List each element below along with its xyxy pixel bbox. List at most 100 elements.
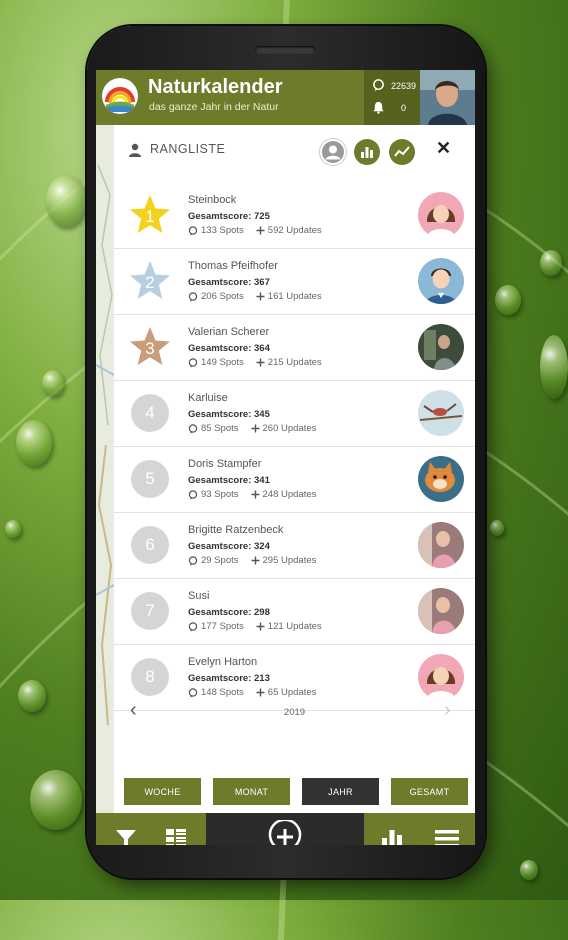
spot-bubble-icon [188, 687, 198, 698]
week-button[interactable]: WOCHE [124, 778, 201, 805]
user-name[interactable]: Susi [188, 590, 209, 602]
rank-star-badge: 2 [128, 259, 172, 303]
spot-bubble-icon [188, 225, 198, 236]
filter-icon [116, 830, 136, 845]
month-button[interactable]: MONAT [213, 778, 290, 805]
ranking-row[interactable]: 3 Valerian Scherer Gesamtscore: 364 149 Spo… [114, 315, 475, 381]
spots-count: 206 Spots [201, 291, 244, 302]
total-score: Gesamtscore: 324 [188, 541, 270, 552]
male-avatar[interactable] [418, 258, 464, 304]
list-view-button[interactable] [151, 828, 201, 845]
user-name[interactable]: Doris Stampfer [188, 458, 261, 470]
ranking-row[interactable]: 2 Thomas Pfeifhofer Gesamtscore: 367 206 Sp… [114, 249, 475, 315]
rank-circle-badge: 7 [128, 589, 172, 633]
statistics-button[interactable] [365, 828, 420, 845]
menu-button[interactable] [420, 828, 475, 845]
app-title: Naturkalender [148, 76, 283, 98]
user-stats: 29 Spots 295 Updates [188, 555, 316, 566]
spots-count: 29 Spots [201, 555, 239, 566]
user-name[interactable]: Steinbock [188, 194, 236, 206]
plus-icon [256, 358, 265, 367]
rank-number: 4 [131, 394, 169, 432]
updates-count: 260 Updates [262, 423, 317, 434]
spot-bubble-icon [188, 291, 198, 302]
trend-line-icon [394, 146, 410, 157]
user-stats: 148 Spots 65 Updates [188, 687, 316, 698]
plus-icon [256, 688, 265, 697]
year-pager: ‹ 2019 › [114, 699, 475, 729]
person-photo-avatar[interactable] [418, 522, 464, 568]
total-score: Gesamtscore: 725 [188, 211, 270, 222]
bottom-toolbar [96, 813, 475, 845]
rank-star-badge: 1 [128, 193, 172, 237]
plus-icon [256, 622, 265, 631]
female-avatar[interactable] [418, 192, 464, 238]
user-stats: 133 Spots 592 Updates [188, 225, 322, 236]
spot-bubble-icon [188, 489, 198, 500]
user-name[interactable]: Valerian Scherer [188, 326, 269, 338]
spots-count: 22639 [391, 80, 417, 91]
user-name[interactable]: Thomas Pfeifhofer [188, 260, 278, 272]
user-stats: 93 Spots 248 Updates [188, 489, 316, 500]
add-spot-button[interactable] [206, 813, 364, 845]
plus-icon [251, 490, 259, 499]
profile-avatar[interactable] [420, 70, 475, 125]
user-name[interactable]: Evelyn Harton [188, 656, 257, 668]
photo-avatar[interactable] [418, 324, 464, 370]
water-drop [490, 520, 504, 536]
user-name[interactable]: Karluise [188, 392, 228, 404]
water-drop [520, 860, 538, 880]
water-drop [540, 335, 568, 399]
plus-icon [251, 556, 259, 565]
phone-frame: Naturkalender das ganze Jahr in der Natu… [87, 26, 485, 878]
ranking-list: 1 Steinbock Gesamtscore: 725 133 Spots 592 U… [114, 183, 475, 711]
filter-button[interactable] [101, 828, 151, 845]
updates-count: 592 Updates [267, 225, 322, 236]
ranking-row[interactable]: 6 Brigitte Ratzenbeck Gesamtscore: 324 29 S… [114, 513, 475, 579]
ranking-panel: RANGLISTE ✕ 1 Steinbock Gesamtscore: 725 13… [114, 125, 475, 813]
bird-photo-avatar[interactable] [418, 390, 464, 436]
water-drop [5, 520, 21, 538]
water-drop [30, 770, 82, 830]
bar-chart-button[interactable] [354, 139, 380, 165]
spots-count: 93 Spots [201, 489, 239, 500]
year-button[interactable]: JAHR [302, 778, 379, 805]
user-stats: 206 Spots 161 Updates [188, 291, 322, 302]
close-button[interactable]: ✕ [436, 138, 451, 159]
ranking-row[interactable]: 7 Susi Gesamtscore: 298 177 Spots 121 Update… [114, 579, 475, 645]
total-score: Gesamtscore: 367 [188, 277, 270, 288]
female-avatar[interactable] [418, 654, 464, 700]
filter-list-group [96, 813, 206, 845]
ranking-row[interactable]: 1 Steinbock Gesamtscore: 725 133 Spots 592 U… [114, 183, 475, 249]
total-button[interactable]: GESAMT [391, 778, 468, 805]
trend-button[interactable] [389, 139, 415, 165]
add-pin-icon [268, 820, 302, 845]
total-score: Gesamtscore: 345 [188, 409, 270, 420]
total-score: Gesamtscore: 298 [188, 607, 270, 618]
stats-box[interactable]: 22639 0 [364, 70, 420, 125]
rank-star-badge: 3 [128, 325, 172, 369]
person-photo-avatar[interactable] [418, 588, 464, 634]
updates-count: 215 Updates [267, 357, 322, 368]
ranking-row[interactable]: 5 Doris Stampfer Gesamtscore: 341 93 Spots 2… [114, 447, 475, 513]
app-header: Naturkalender das ganze Jahr in der Natu… [96, 70, 475, 125]
ranking-row[interactable]: 4 Karluise Gesamtscore: 345 85 Spots 260 Upd… [114, 381, 475, 447]
user-name[interactable]: Brigitte Ratzenbeck [188, 524, 283, 536]
stats-menu-group [364, 813, 475, 845]
period-selector: WOCHE MONAT JAHR GESAMT [124, 778, 468, 806]
total-score: Gesamtscore: 364 [188, 343, 270, 354]
water-drop [16, 420, 52, 466]
spots-count: 133 Spots [201, 225, 244, 236]
water-drop [495, 285, 521, 315]
spot-bubble-icon [188, 357, 198, 368]
next-year-button[interactable]: › [444, 699, 451, 722]
rank-circle-badge: 5 [128, 457, 172, 501]
notifications-stat: 0 [372, 101, 406, 114]
hamburger-menu-icon [435, 830, 459, 845]
app-logo[interactable] [102, 78, 138, 114]
rank-circle-badge: 6 [128, 523, 172, 567]
updates-count: 295 Updates [262, 555, 317, 566]
cat-photo-avatar[interactable] [418, 456, 464, 502]
user-filter-button[interactable] [320, 139, 346, 165]
rank-circle-badge: 8 [128, 655, 172, 699]
